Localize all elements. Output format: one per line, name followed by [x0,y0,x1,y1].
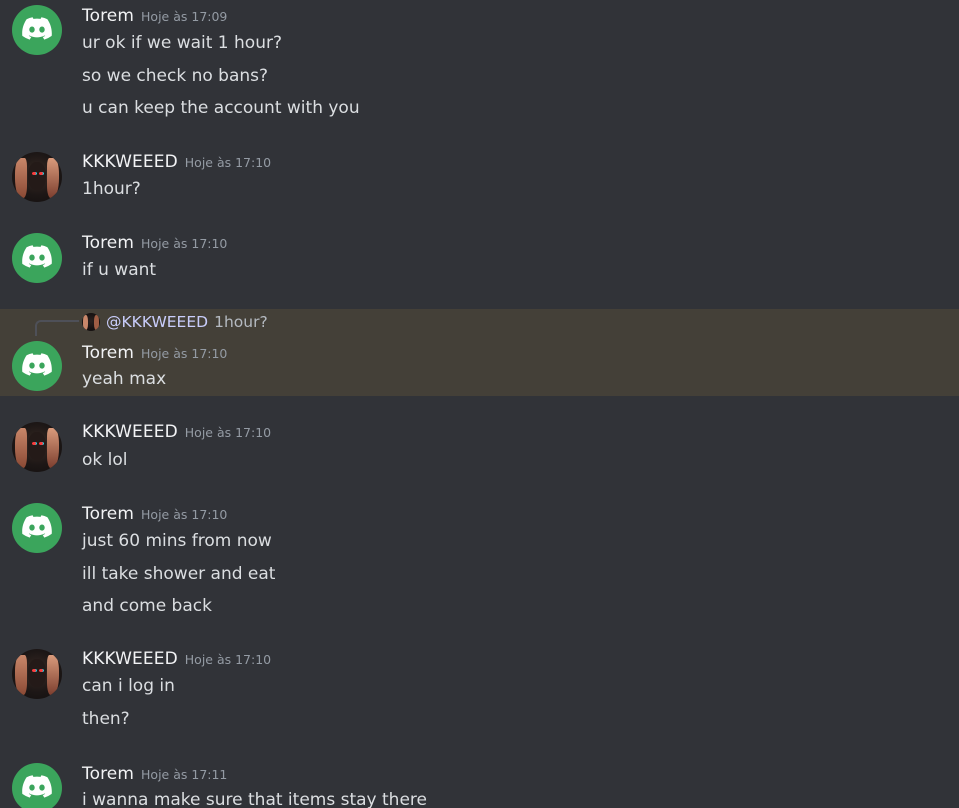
message-header: KKKWEEED Hoje às 17:10 [82,152,271,172]
timestamp[interactable]: Hoje às 17:10 [185,425,271,440]
message: Torem Hoje às 17:10 if u want [0,222,959,292]
message-text: ur ok if we wait 1 hour? [82,33,282,53]
discord-logo-icon[interactable] [12,503,62,553]
username[interactable]: Torem [82,343,134,363]
message-text: i wanna make sure that items stay there [82,790,427,808]
message-header: Torem Hoje às 17:09 [82,6,227,26]
discord-logo-icon[interactable] [12,763,62,808]
message-highlighted: @KKKWEEED 1hour? Torem Hoje às 17:10 yeah… [0,309,959,396]
message-header: KKKWEEED Hoje às 17:10 [82,422,271,442]
discord-logo-icon[interactable] [12,233,62,283]
message-text: just 60 mins from now [82,531,272,551]
message-text: 1hour? [82,179,141,199]
timestamp[interactable]: Hoje às 17:09 [141,9,227,24]
timestamp[interactable]: Hoje às 17:10 [141,346,227,361]
message-text: ill take shower and eat [82,564,276,584]
message-text: can i log in [82,676,175,696]
message: KKKWEEED Hoje às 17:10 1hour? [0,140,959,210]
message: Torem Hoje às 17:09 ur ok if we wait 1 ho… [0,0,959,130]
message-text: and come back [82,596,212,616]
message-header: Torem Hoje às 17:11 [82,764,227,784]
message-header: Torem Hoje às 17:10 [82,233,227,253]
user-avatar[interactable] [12,152,62,202]
timestamp[interactable]: Hoje às 17:10 [141,507,227,522]
username[interactable]: Torem [82,504,134,524]
chat-message-list: Torem Hoje às 17:09 ur ok if we wait 1 ho… [0,0,959,808]
username[interactable]: KKKWEEED [82,649,178,669]
message-text: yeah max [82,369,167,389]
username[interactable]: Torem [82,233,134,253]
message-header: KKKWEEED Hoje às 17:10 [82,649,271,669]
username[interactable]: Torem [82,764,134,784]
message: KKKWEEED Hoje às 17:10 can i log in then? [0,638,959,738]
message-text: so we check no bans? [82,66,269,86]
message-text: if u want [82,260,157,280]
message-text: u can keep the account with you [82,98,360,118]
timestamp[interactable]: Hoje às 17:10 [185,652,271,667]
username[interactable]: KKKWEEED [82,152,178,172]
message-text: then? [82,709,130,729]
discord-logo-icon[interactable] [12,341,62,391]
user-avatar[interactable] [12,649,62,699]
discord-logo-icon[interactable] [12,5,62,55]
reply-mention[interactable]: @KKKWEEED [106,313,208,331]
message: Torem Hoje às 17:10 just 60 mins from now… [0,492,959,622]
message: Torem Hoje às 17:11 i wanna make sure tha… [0,752,959,808]
user-avatar[interactable] [12,422,62,472]
reply-avatar [82,313,100,331]
message: KKKWEEED Hoje às 17:10 ok lol [0,410,959,480]
message-header: Torem Hoje às 17:10 [82,343,227,363]
timestamp[interactable]: Hoje às 17:10 [141,236,227,251]
timestamp[interactable]: Hoje às 17:10 [185,155,271,170]
reply-text[interactable]: 1hour? [214,313,268,331]
message-header: Torem Hoje às 17:10 [82,504,227,524]
username[interactable]: Torem [82,6,134,26]
reply-preview[interactable]: @KKKWEEED 1hour? [82,313,268,331]
timestamp[interactable]: Hoje às 17:11 [141,767,227,782]
username[interactable]: KKKWEEED [82,422,178,442]
message-text: ok lol [82,450,128,470]
reply-connector [35,320,79,336]
